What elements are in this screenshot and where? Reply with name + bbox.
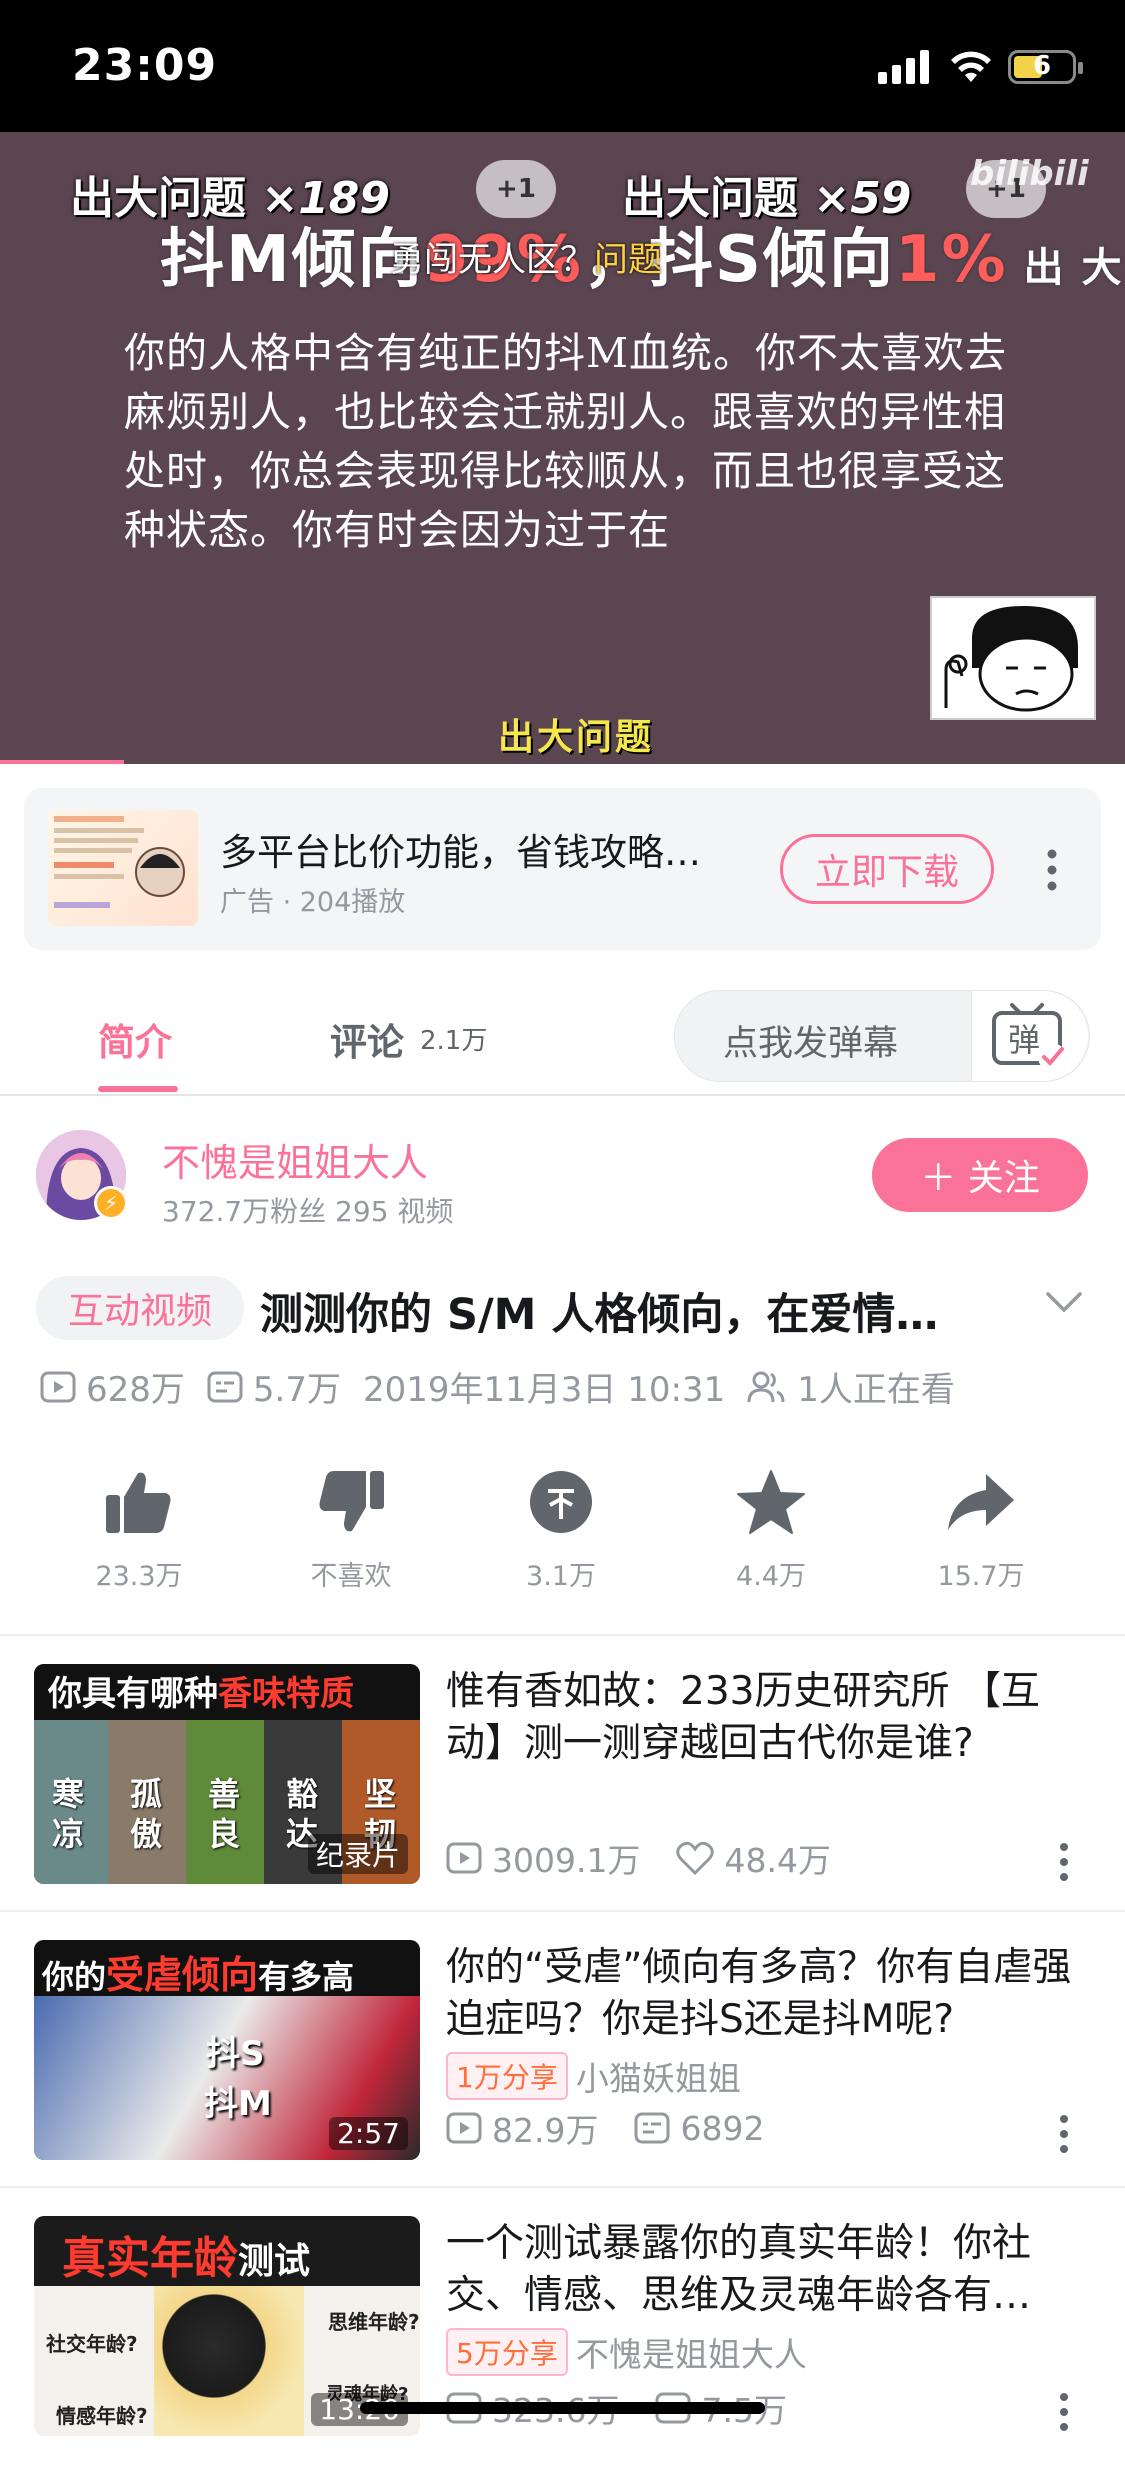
dislike-label: 不喜欢: [310, 1561, 392, 1592]
ad-thumbnail: [48, 810, 198, 926]
coin-count: 3.1万: [526, 1561, 596, 1592]
recommended-author-row: 1万分享 小猫妖姐姐: [446, 2052, 741, 2100]
verified-badge-icon: ⚡: [94, 1186, 128, 1220]
video-player[interactable]: 出大问题 ×189 +1 出大问题 ×59 +1 bilibili 抖M倾向99…: [0, 132, 1125, 764]
video-duration: 2:57: [329, 2117, 408, 2150]
video-overlay-description: 你的人格中含有纯正的抖M血统。你不太喜欢去麻烦别人，也比较会迁就别人。跟喜欢的异…: [124, 329, 1007, 554]
coin-button[interactable]: 3.1万: [486, 1464, 636, 1593]
thumbnail-word: 寒凉: [52, 1775, 85, 1853]
thumbnail-word: 善良: [208, 1775, 241, 1853]
tab-active-indicator: [98, 1086, 178, 1092]
more-options-icon[interactable]: [1058, 1842, 1070, 1882]
recommended-title: 惟有香如故：233历史研究所 【互动】测一测穿越回古代你是谁?: [446, 1669, 1040, 1766]
share-count: 15.7万: [937, 1561, 1025, 1592]
share-icon: [948, 1474, 1014, 1530]
section-divider: [0, 1634, 1125, 1636]
recommended-title: 一个测试暴露你的真实年龄！你社交、情感、思维及灵魂年龄各有…: [446, 2221, 1032, 2318]
favorite-count: 4.4万: [736, 1561, 806, 1592]
recommended-video[interactable]: 你的受虐倾向有多高 抖S 抖M 2:57 你的“受虐”倾向有多高？你有自虐强迫症…: [0, 1940, 1125, 2200]
recommended-meta: 3009.1万 48.4万: [446, 1834, 867, 1882]
status-bar: 23:09 6: [0, 0, 1125, 132]
uploader-name[interactable]: 不愧是姐姐大人: [162, 1132, 428, 1187]
danmaku-bottom: 出大问题: [498, 717, 655, 758]
detail-tabs: 简介 评论 2.1万 点我发弹幕 弹: [0, 976, 1125, 1096]
share-badge: 5万分享: [446, 2328, 568, 2376]
follow-button[interactable]: ＋ 关注: [872, 1138, 1088, 1212]
share-button[interactable]: 15.7万: [906, 1464, 1056, 1593]
list-divider: [0, 2186, 1125, 2188]
video-title[interactable]: 测测你的 S/M 人格倾向，在爱情…: [260, 1280, 938, 1342]
thumbnail-label: 情感年龄?: [56, 2404, 148, 2428]
recommended-meta: 82.9万 6892: [446, 2104, 800, 2152]
video-stats: 628万 5.7万 2019年11月3日 10:31 1人正在看: [40, 1362, 977, 1411]
video-thumbnail: 你具有哪种香味特质 寒凉 孤傲 善良 豁达 坚韧 纪录片: [34, 1664, 420, 1884]
like-count: 23.3万: [95, 1561, 183, 1592]
cellular-signal-icon: [878, 50, 929, 84]
coin-icon: [530, 1471, 592, 1533]
video-thumbnail: 你的受虐倾向有多高 抖S 抖M 2:57: [34, 1940, 420, 2160]
danmaku-toggle-button[interactable]: 弹: [971, 991, 1088, 1081]
more-options-icon[interactable]: [1058, 2114, 1070, 2154]
recommended-author: 小猫妖姐姐: [575, 2059, 741, 2098]
heart-icon: [676, 1841, 715, 1875]
dislike-icon: [319, 1471, 384, 1532]
meme-face-image: [930, 596, 1096, 720]
tab-comments[interactable]: 评论: [330, 1012, 404, 1066]
recommended-author: 不愧是姐姐大人: [575, 2335, 807, 2374]
ad-download-button[interactable]: 立即下载: [780, 834, 994, 904]
ad-title: 多平台比价功能，省钱攻略…: [220, 831, 701, 874]
ad-banner[interactable]: 多平台比价功能，省钱攻略… 广告 · 204播放 立即下载: [24, 788, 1101, 950]
thumbnail-word: 孤傲: [130, 1775, 163, 1853]
danmaku-count-icon: [634, 2112, 670, 2144]
thumbnail-tag: 纪录片: [307, 1834, 408, 1874]
chevron-down-icon[interactable]: [1044, 1290, 1084, 1316]
thumbnail-title: 真实年龄测试: [62, 2233, 311, 2284]
recommended-title: 你的“受虐”倾向有多高？你有自虐强迫症吗？你是抖S还是抖M呢?: [446, 1945, 1072, 2042]
watching-count: 1人正在看: [797, 1370, 955, 1410]
thumbnail-label: 思维年龄?: [328, 2310, 420, 2334]
thumbnail-label: 抖S: [206, 2034, 265, 2074]
more-options-icon[interactable]: [1046, 848, 1058, 892]
thumbnail-label: 抖M: [204, 2084, 272, 2124]
status-time: 23:09: [72, 40, 218, 91]
battery-icon: 6: [1008, 50, 1083, 84]
thumbnail-title: 你具有哪种香味特质: [48, 1674, 354, 1714]
home-indicator[interactable]: [360, 2402, 765, 2414]
battery-level: 6: [1032, 51, 1052, 81]
like-icon: [106, 1472, 171, 1533]
thumbnail-title: 你的受虐倾向有多高: [42, 1953, 355, 1997]
like-button[interactable]: 23.3万: [64, 1464, 214, 1593]
danmaku-count: 5.7万: [252, 1370, 341, 1410]
uploader-stats: 372.7万粉丝 295 视频: [162, 1195, 454, 1228]
publish-date: 2019年11月3日 10:31: [362, 1370, 726, 1410]
dislike-button[interactable]: 不喜欢: [276, 1464, 426, 1593]
more-options-icon[interactable]: [1058, 2392, 1070, 2432]
ad-meta: 广告 · 204播放: [220, 887, 406, 918]
tab-intro[interactable]: 简介: [98, 1012, 172, 1066]
thumbnail-label: 社交年龄?: [46, 2332, 138, 2356]
share-badge: 1万分享: [446, 2052, 568, 2100]
interactive-video-tag: 互动视频: [36, 1276, 244, 1340]
danmaku-toggle-label: 弹: [1008, 1021, 1041, 1059]
danmaku-count-icon: [207, 1371, 243, 1402]
recommended-video[interactable]: 你具有哪种香味特质 寒凉 孤傲 善良 豁达 坚韧 纪录片 惟有香如故：233历史…: [0, 1664, 1125, 1924]
viewers-icon: [747, 1371, 785, 1402]
danmaku-comment: 勇闯无人区？问题: [390, 240, 662, 280]
play-count-icon: [446, 1842, 482, 1874]
video-progress-bar[interactable]: [0, 760, 124, 764]
wifi-icon: [951, 51, 991, 82]
play-count-icon: [446, 2112, 482, 2144]
danmaku-input[interactable]: 点我发弹幕 弹: [674, 990, 1090, 1082]
recommended-video[interactable]: 真实年龄测试 思维年龄? 社交年龄? 情感年龄? 灵魂年龄? 13:20 一个测…: [0, 2216, 1125, 2476]
danmaku-input-placeholder: 点我发弹幕: [723, 1024, 899, 1064]
list-divider: [0, 1910, 1125, 1912]
favorite-button[interactable]: 4.4万: [696, 1464, 846, 1593]
recommended-author-row: 5万分享 不愧是姐姐大人: [446, 2328, 807, 2376]
play-count-icon: [40, 1371, 76, 1402]
comments-count: 2.1万: [420, 1026, 488, 1056]
favorite-icon: [737, 1470, 805, 1534]
bilibili-logo: bilibili: [970, 154, 1089, 194]
view-count: 628万: [86, 1370, 185, 1410]
